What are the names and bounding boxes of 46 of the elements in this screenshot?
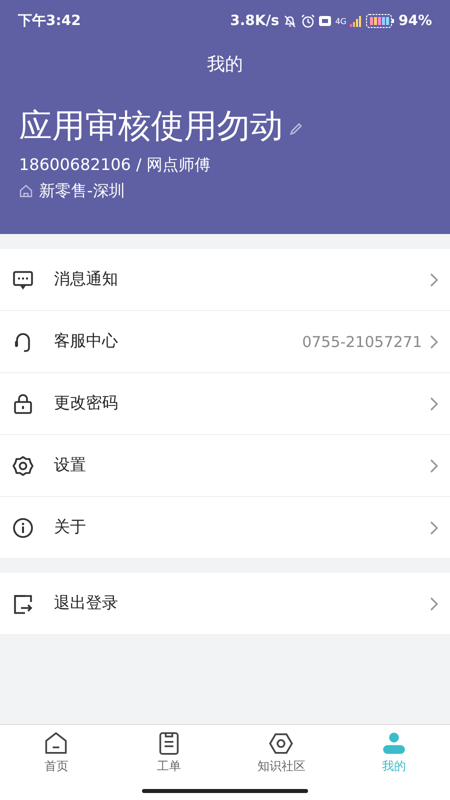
muted-bell-icon: [283, 14, 298, 28]
chevron-right-icon: [430, 396, 438, 410]
menu-label: 客服中心: [54, 331, 119, 352]
home-icon: [44, 731, 68, 755]
pencil-icon: [289, 122, 303, 136]
person-icon: [382, 731, 406, 755]
tab[interactable]: 首页: [0, 725, 112, 800]
hexagon-icon: [269, 731, 294, 755]
chevron-right-icon: [430, 334, 438, 348]
menu-item[interactable]: 客服中心 0755-21057271: [0, 311, 450, 373]
battery-icon: [366, 14, 394, 28]
menu-item[interactable]: 关于: [0, 497, 450, 559]
network-type: 4G: [335, 16, 346, 26]
logout-icon: [12, 592, 34, 614]
chevron-right-icon: [430, 272, 438, 286]
alarm-clock-icon: [301, 14, 316, 28]
user-name: 应用审核使用勿动: [19, 105, 283, 147]
page-title: 我的: [206, 53, 244, 77]
menu-label: 设置: [54, 455, 87, 476]
menu-label: 关于: [54, 517, 87, 538]
menu-item[interactable]: 设置: [0, 435, 450, 497]
status-time: 下午3:42: [18, 12, 81, 30]
clipboard-icon: [156, 731, 181, 755]
signal-icon: [350, 15, 362, 27]
chevron-right-icon: [430, 596, 438, 610]
chevron-right-icon: [430, 458, 438, 472]
tab[interactable]: 知识社区: [225, 725, 338, 800]
account-info: 18600682106 / 网点师傅: [18, 154, 212, 176]
store-name: 新零售-深圳: [39, 180, 125, 202]
menu-label: 更改密码: [54, 393, 119, 414]
tab[interactable]: 工单: [112, 725, 225, 800]
message-icon: [12, 268, 34, 290]
network-speed: 3.8K/s: [230, 13, 280, 29]
info-icon: [12, 516, 34, 538]
menu-item[interactable]: 消息通知: [0, 249, 450, 311]
house-icon: [19, 184, 33, 198]
battery-level: 94%: [398, 13, 432, 29]
settings-icon: [12, 454, 34, 476]
menu-item[interactable]: 退出登录: [0, 573, 450, 635]
hd-icon: [319, 16, 332, 26]
menu-label: 消息通知: [54, 269, 119, 290]
phone-number: 0755-21057271: [302, 332, 422, 350]
lock-icon: [12, 392, 34, 414]
chevron-right-icon: [430, 520, 438, 534]
menu-item[interactable]: 更改密码: [0, 373, 450, 435]
menu-label: 退出登录: [54, 593, 119, 614]
